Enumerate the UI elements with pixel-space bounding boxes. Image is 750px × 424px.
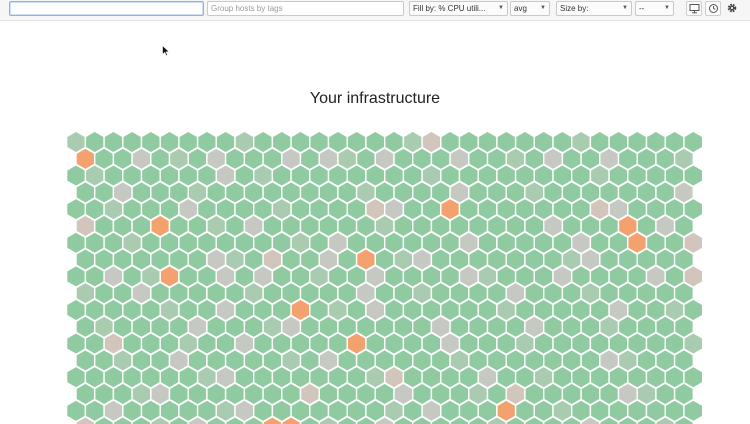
host-hexmap bbox=[65, 130, 704, 424]
